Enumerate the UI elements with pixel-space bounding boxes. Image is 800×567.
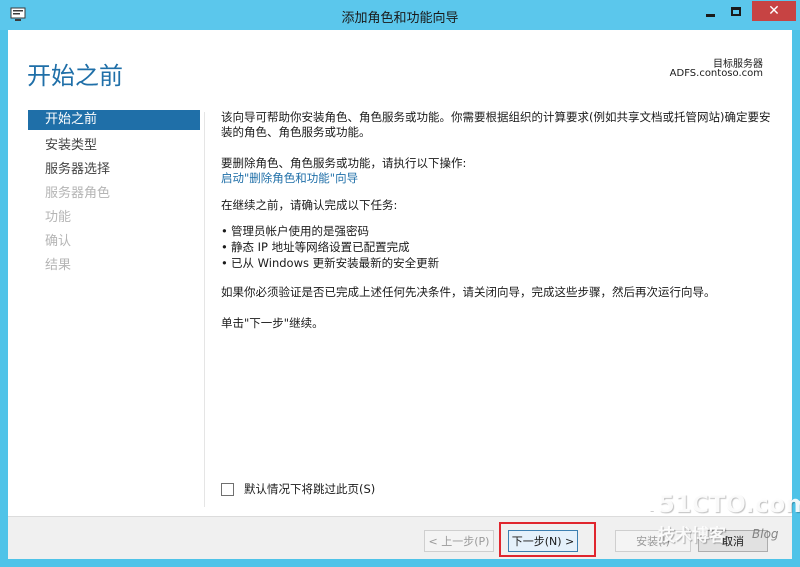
minimize-button[interactable] — [697, 1, 723, 21]
nav-item-server-selection[interactable]: 服务器选择 — [28, 158, 200, 182]
window-title: 添加角色和功能向导 — [341, 11, 459, 26]
nav-divider — [204, 112, 205, 507]
bullet-icon: • — [221, 224, 228, 238]
next-button[interactable]: 下一步(N) > — [508, 530, 578, 552]
wizard-nav: 开始之前 安装类型 服务器选择 服务器角色 功能 确认 结果 — [28, 110, 200, 278]
maximize-icon — [731, 6, 741, 16]
button-bar: < 上一步(P) 下一步(N) > 安装(I) 取消 — [8, 516, 792, 559]
next-note-text: 单击"下一步"继续。 — [221, 316, 324, 330]
task-list-item: • 静态 IP 地址等网络设置已配置完成 — [221, 240, 781, 255]
task-list-item: • 管理员帐户使用的是强密码 — [221, 224, 781, 239]
prereq-note-text: 如果你必须验证是否已完成上述任何先决条件，请关闭向导，完成这些步骤，然后再次运行… — [221, 285, 716, 299]
install-button: 安装(I) — [615, 530, 691, 552]
close-button[interactable]: ✕ — [752, 1, 796, 21]
target-server-value: ADFS.contoso.com — [669, 68, 763, 79]
nav-item-installation-type[interactable]: 安装类型 — [28, 134, 200, 158]
nav-item-before-you-begin[interactable]: 开始之前 — [28, 110, 200, 130]
title-bar: 添加角色和功能向导 ✕ — [0, 0, 800, 30]
remove-roles-wizard-link[interactable]: 启动"删除角色和功能"向导 — [221, 171, 358, 185]
remove-prompt-text: 要删除角色、角色服务或功能，请执行以下操作: — [221, 156, 467, 170]
nav-item-confirmation: 确认 — [45, 234, 72, 249]
maximize-button[interactable] — [723, 1, 749, 21]
wizard-client-area: 开始之前 目标服务器 ADFS.contoso.com 开始之前 安装类型 服务… — [8, 30, 792, 559]
task-text: 管理员帐户使用的是强密码 — [231, 224, 369, 238]
bullet-icon: • — [221, 240, 228, 254]
minimize-icon — [705, 13, 715, 17]
nav-item-features: 功能 — [45, 210, 72, 225]
task-list-item: • 已从 Windows 更新安装最新的安全更新 — [221, 256, 781, 271]
close-icon: ✕ — [768, 3, 780, 19]
skip-page-row[interactable]: 默认情况下将跳过此页(S) — [221, 481, 375, 497]
before-continue-text: 在继续之前，请确认完成以下任务: — [221, 198, 398, 212]
task-text: 已从 Windows 更新安装最新的安全更新 — [231, 256, 440, 270]
cancel-button[interactable]: 取消 — [698, 530, 768, 552]
intro-text: 该向导可帮助你安装角色、角色服务或功能。你需要根据组织的计算要求(例如共享文档或… — [221, 110, 771, 139]
skip-page-label: 默认情况下将跳过此页(S) — [244, 482, 376, 496]
bullet-icon: • — [221, 256, 228, 270]
task-text: 静态 IP 地址等网络设置已配置完成 — [231, 240, 410, 254]
page-title: 开始之前 — [27, 62, 123, 90]
skip-page-checkbox[interactable] — [221, 482, 234, 496]
nav-item-results: 结果 — [45, 258, 72, 273]
previous-button: < 上一步(P) — [424, 530, 494, 552]
nav-item-server-roles: 服务器角色 — [45, 186, 111, 201]
